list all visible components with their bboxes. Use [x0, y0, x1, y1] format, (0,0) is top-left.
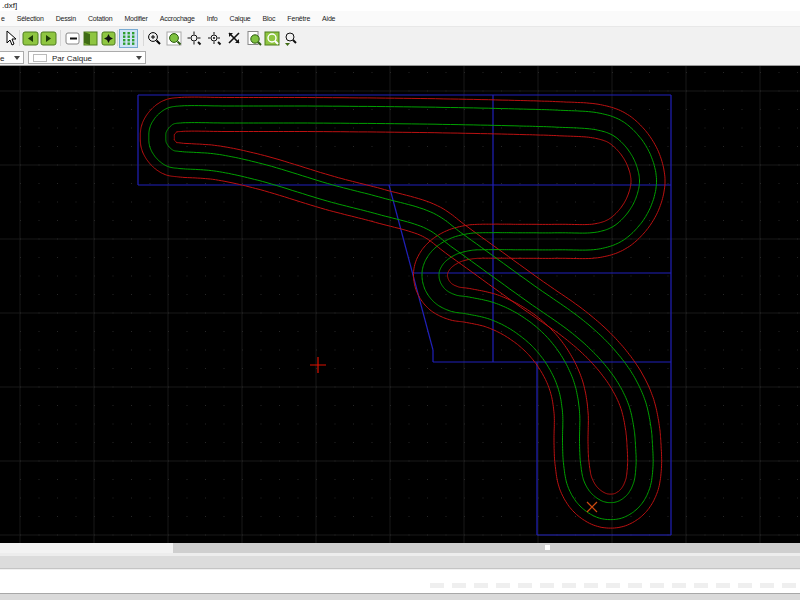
zoom-auto-icon[interactable] — [186, 30, 203, 47]
zoom-previous-icon[interactable] — [226, 30, 243, 47]
cad-application-window: { "window": { "title_fragment": ".dxf]" … — [0, 0, 800, 600]
horizontal-scrollbar[interactable] — [0, 543, 800, 553]
menu-item-info[interactable]: Info — [201, 15, 224, 22]
title-bar: .dxf] — [0, 0, 800, 11]
options-row: e Par Calque — [0, 49, 800, 66]
zoom-window-icon[interactable] — [166, 30, 183, 47]
status-bar — [0, 593, 800, 600]
pen-width-value: e — [0, 54, 4, 63]
pen-color-combo[interactable]: Par Calque — [28, 51, 146, 64]
toolbar-separator — [60, 30, 61, 46]
menu-bar: eSélectionDessinCotationModifierAccrocha… — [0, 11, 800, 27]
chevron-down-icon[interactable] — [11, 53, 22, 62]
zoom-page-icon[interactable] — [246, 30, 263, 47]
zoom-point-icon[interactable] — [206, 30, 223, 47]
command-line-faint-text — [430, 583, 800, 588]
menu-item-cotation[interactable]: Cotation — [82, 15, 118, 22]
select-pointer-icon[interactable] — [3, 30, 20, 47]
menu-item-calque[interactable]: Calque — [224, 15, 257, 22]
toolbar-separator — [143, 30, 144, 46]
menu-item-fentre[interactable]: Fenêtre — [281, 15, 316, 22]
color-swatch — [33, 54, 47, 62]
menu-item-slection[interactable]: Sélection — [11, 15, 50, 22]
scrollbar-mark — [545, 545, 550, 550]
menu-item-accrochage[interactable]: Accrochage — [154, 15, 201, 22]
toolbar — [0, 27, 800, 49]
zoom-pan-icon[interactable] — [282, 30, 299, 47]
menu-item-e[interactable]: e — [0, 15, 11, 22]
zoom-selection-icon[interactable] — [264, 30, 281, 47]
window-title: .dxf] — [2, 1, 17, 10]
layer-panel-icon[interactable] — [82, 30, 99, 47]
drawing-canvas[interactable] — [0, 66, 800, 543]
scrollbar-thumb[interactable] — [0, 543, 173, 553]
grid-snap-icon[interactable] — [120, 30, 137, 47]
menu-item-modifier[interactable]: Modifier — [118, 15, 153, 22]
toolbar-dock-strip — [0, 556, 800, 569]
menu-item-dessin[interactable]: Dessin — [50, 15, 82, 22]
zoom-in-icon[interactable] — [146, 30, 163, 47]
menu-item-bloc[interactable]: Bloc — [257, 15, 282, 22]
block-add-icon[interactable] — [100, 30, 117, 47]
menu-item-aide[interactable]: Aide — [316, 15, 341, 22]
pen-color-value: Par Calque — [52, 54, 92, 63]
remove-view-icon[interactable] — [64, 30, 81, 47]
nav-back-icon[interactable] — [22, 30, 39, 47]
toolbar-separator — [117, 30, 118, 46]
pen-width-combo[interactable]: e — [0, 51, 24, 64]
command-line-area[interactable] — [0, 570, 800, 593]
chevron-down-icon[interactable] — [133, 53, 144, 62]
nav-forward-icon[interactable] — [40, 30, 57, 47]
